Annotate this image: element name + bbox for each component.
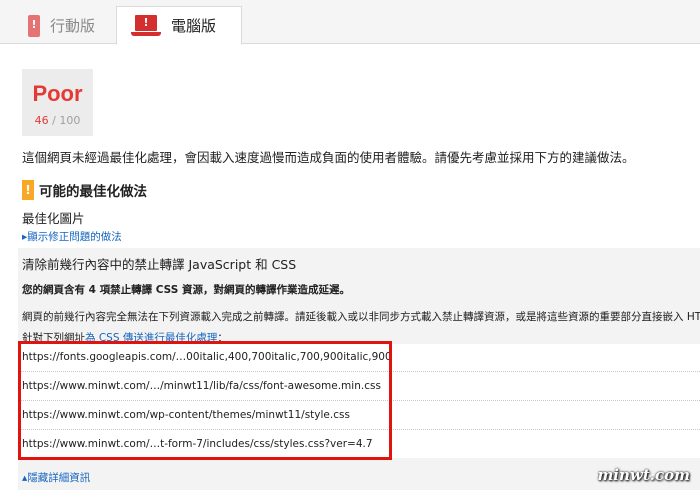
score-rating: Poor [32, 81, 83, 106]
rule-title-optimize-images: 最佳化圖片 [22, 211, 85, 226]
score-value: 46 / 100 [34, 114, 81, 127]
summary-text: 這個網頁未經過最佳化處理，會因載入速度過慢而造成負面的使用者體驗。請優先考慮並採… [22, 150, 635, 165]
laptop-icon [131, 14, 161, 37]
section-title: 可能的最佳化做法 [39, 184, 147, 200]
tab-desktop[interactable]: 電腦版 [116, 6, 242, 45]
score-card: Poor 46 / 100 [22, 69, 93, 136]
rule-summary-bold: 您的網頁含有 4 項禁止轉譯 CSS 資源，對網頁的轉譯作業造成延遲。 [22, 284, 350, 296]
highlight-box [18, 341, 392, 460]
device-tab-bar: 行動版 電腦版 [0, 0, 700, 45]
warning-icon: ! [22, 180, 34, 200]
rule-description: 網頁的前幾行內容完全無法在下列資源載入完成之前轉譯。請延後載入或以非同步方式載入… [22, 311, 700, 323]
tab-desktop-label: 電腦版 [171, 17, 217, 35]
tab-mobile[interactable]: 行動版 [14, 6, 109, 45]
watermark: minwt.com [597, 466, 690, 484]
section-header: ! 可能的最佳化做法 [22, 180, 147, 200]
mobile-phone-icon [28, 14, 40, 37]
hide-details-link[interactable]: ▴隱藏詳細資訊 [22, 470, 90, 485]
tab-mobile-label: 行動版 [50, 17, 96, 35]
rule-title-render-blocking: 清除前幾行內容中的禁止轉譯 JavaScript 和 CSS [22, 257, 297, 272]
show-fix-link[interactable]: ▸顯示修正問題的做法 [22, 229, 122, 244]
